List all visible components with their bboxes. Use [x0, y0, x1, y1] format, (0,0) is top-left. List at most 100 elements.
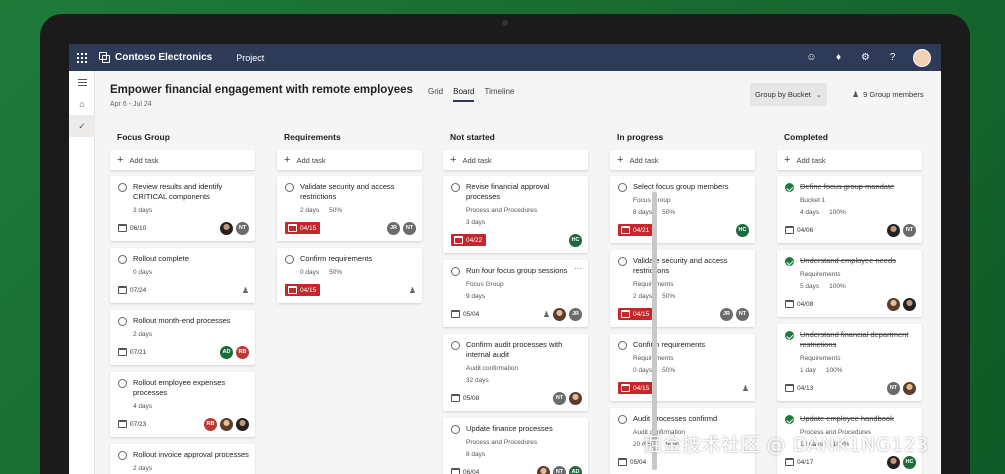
avatar[interactable]: AD	[220, 345, 233, 359]
assign-person-icon[interactable]: ♟	[742, 384, 749, 393]
column-title[interactable]: In progress	[617, 132, 755, 150]
task-card[interactable]: Rollout invoice approval processes 2 days	[110, 444, 255, 474]
due-date[interactable]: 07/21	[118, 348, 146, 356]
task-card[interactable]: ··· Run four focus group sessions Focus Gr…	[443, 260, 588, 327]
assign-person-icon[interactable]: ♟	[543, 310, 550, 319]
avatar[interactable]	[903, 297, 916, 311]
complete-checkbox[interactable]	[618, 183, 627, 192]
task-card[interactable]: Understand employee needs Requirements 5 d…	[777, 250, 922, 317]
complete-checkbox[interactable]	[785, 415, 794, 424]
column-title[interactable]: Focus Group	[117, 132, 255, 150]
avatar[interactable]: NT	[236, 221, 249, 235]
complete-checkbox[interactable]	[285, 255, 294, 264]
column-title[interactable]: Not started	[450, 132, 588, 150]
due-date[interactable]: 04/15	[285, 222, 321, 234]
due-date[interactable]: 04/06	[785, 226, 813, 234]
assign-person-icon[interactable]: ♟	[409, 286, 416, 295]
avatar[interactable]: JR	[720, 307, 733, 321]
complete-checkbox[interactable]	[618, 257, 627, 266]
avatar[interactable]	[887, 223, 900, 237]
avatar[interactable]	[569, 391, 582, 405]
due-date[interactable]: 06/04	[451, 468, 479, 474]
due-date[interactable]: 05/08	[451, 394, 479, 402]
task-card[interactable]: Rollout complete 0 days 07/24 ♟	[110, 248, 255, 303]
avatar[interactable]	[220, 417, 233, 431]
complete-checkbox[interactable]	[618, 415, 627, 424]
task-card[interactable]: Validate security and access restriction…	[610, 250, 755, 327]
tab-board[interactable]: Board	[453, 87, 475, 102]
complete-checkbox[interactable]	[118, 183, 127, 192]
avatar[interactable]: RB	[204, 417, 217, 431]
complete-checkbox[interactable]	[451, 183, 460, 192]
due-date[interactable]: 04/17	[785, 458, 813, 466]
brand[interactable]: Contoso Electronics	[99, 52, 212, 63]
avatar[interactable]	[236, 417, 249, 431]
task-card[interactable]: Select focus group members Focus Group 8 d…	[610, 176, 755, 243]
avatar[interactable]: NT	[887, 381, 900, 395]
avatar[interactable]: HC	[569, 233, 582, 247]
task-card[interactable]: Validate security and access restriction…	[277, 176, 422, 241]
complete-checkbox[interactable]	[451, 267, 460, 276]
due-date[interactable]: 04/15	[618, 308, 654, 320]
complete-checkbox[interactable]	[785, 183, 794, 192]
task-card[interactable]: Update finance processes Process and Proc…	[443, 418, 588, 474]
tab-grid[interactable]: Grid	[428, 87, 443, 102]
add-task-button[interactable]: + Add task	[610, 150, 755, 170]
avatar[interactable]: NT	[553, 465, 566, 474]
task-card[interactable]: Revise financial approval processes Proce…	[443, 176, 588, 253]
task-card[interactable]: Define focus group mandate Bucket 1 4 days…	[777, 176, 922, 243]
complete-checkbox[interactable]	[118, 255, 127, 264]
due-date[interactable]: 05/04	[618, 458, 646, 466]
complete-checkbox[interactable]	[618, 341, 627, 350]
nav-project[interactable]: Project	[236, 53, 264, 63]
task-card[interactable]: Confirm requirements Requirements 0 days 50…	[610, 334, 755, 401]
avatar[interactable]	[887, 297, 900, 311]
avatar[interactable]	[537, 465, 550, 474]
due-date[interactable]: 07/23	[118, 420, 146, 428]
due-date[interactable]: 04/15	[285, 284, 321, 296]
avatar[interactable]	[220, 221, 233, 235]
more-options-icon[interactable]: ···	[574, 264, 582, 273]
avatar[interactable]: NT	[553, 391, 566, 405]
home-icon[interactable]: ⌂	[69, 93, 95, 115]
column-title[interactable]: Requirements	[284, 132, 422, 150]
complete-checkbox[interactable]	[785, 257, 794, 266]
group-by-button[interactable]: Group by Bucket ⌄	[750, 83, 827, 106]
task-card[interactable]: Confirm audit processes with internal au…	[443, 334, 588, 411]
due-date[interactable]: 04/08	[785, 300, 813, 308]
avatar[interactable]: NT	[736, 307, 749, 321]
avatar[interactable]: AD	[569, 465, 582, 474]
complete-checkbox[interactable]	[285, 183, 294, 192]
add-task-button[interactable]: + Add task	[777, 150, 922, 170]
complete-checkbox[interactable]	[785, 331, 794, 340]
task-card[interactable]: Understand financial department restrict…	[777, 324, 922, 401]
task-card[interactable]: Review results and identify CRITICAL com…	[110, 176, 255, 241]
column-title[interactable]: Completed	[784, 132, 922, 150]
avatar[interactable]: NT	[903, 223, 916, 237]
task-card[interactable]: Confirm requirements 0 days 50% 04/15 ♟	[277, 248, 422, 303]
complete-checkbox[interactable]	[118, 317, 127, 326]
avatar[interactable]	[887, 455, 900, 469]
smiley-icon[interactable]: ☺	[805, 51, 818, 64]
avatar[interactable]: JR	[387, 221, 400, 235]
group-members-button[interactable]: ♟ 9 Group members	[852, 90, 924, 99]
help-icon[interactable]: ?	[886, 51, 899, 64]
complete-checkbox[interactable]	[118, 451, 127, 460]
complete-checkbox[interactable]	[451, 425, 460, 434]
tab-timeline[interactable]: Timeline	[484, 87, 514, 102]
due-date[interactable]: 06/10	[118, 224, 146, 232]
task-card[interactable]: Rollout month-end processes 2 days 07/21 AD…	[110, 310, 255, 365]
task-card[interactable]: Rollout employee expenses processes 4 day…	[110, 372, 255, 437]
avatar[interactable]: HC	[903, 455, 916, 469]
gear-icon[interactable]: ⚙	[859, 51, 872, 64]
complete-checkbox[interactable]	[451, 341, 460, 350]
add-task-button[interactable]: + Add task	[443, 150, 588, 170]
due-date[interactable]: 04/13	[785, 384, 813, 392]
assign-person-icon[interactable]: ♟	[242, 286, 249, 295]
avatar[interactable]: JR	[569, 307, 582, 321]
check-icon[interactable]: ✓	[69, 115, 95, 137]
due-date[interactable]: 04/15	[618, 382, 654, 394]
add-task-button[interactable]: + Add task	[277, 150, 422, 170]
avatar[interactable]: RB	[236, 345, 249, 359]
avatar[interactable]: NT	[403, 221, 416, 235]
